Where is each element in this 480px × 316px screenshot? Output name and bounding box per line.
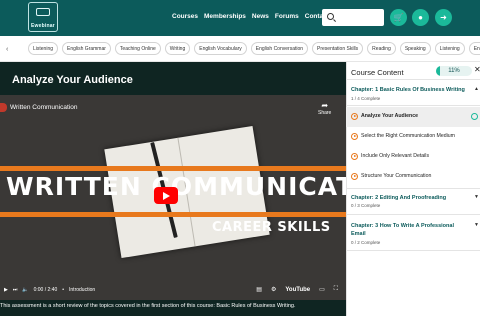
lesson-item-structure[interactable]: Structure Your Communication [346,167,480,187]
chip-reading[interactable]: Reading [367,42,396,55]
lesson-item-relevant-details[interactable]: Include Only Relevant Details [346,147,480,167]
lesson-item-select-medium[interactable]: Select the Right Communication Medium [346,127,480,147]
divider [346,105,480,106]
chapter-1-progress: 1 / 4 Complete [351,96,381,101]
profile-button[interactable]: ● [412,9,429,26]
course-progress: 11% [436,66,472,76]
share-icon: ➦ [321,101,329,110]
logout-icon: ➜ [440,13,447,22]
lesson-description: This assessment is a short review of the… [0,303,296,309]
title-stripe-top [0,166,346,171]
chip-eng[interactable]: Eng [468,42,480,55]
user-icon: ● [418,13,423,22]
nav-forums[interactable]: Forums [275,13,299,20]
chip-presentation-skills[interactable]: Presentation Skills [312,42,364,55]
site-header: Ewebinar Courses Memberships News Forums… [0,0,480,36]
divider [346,250,480,251]
youtube-logo[interactable]: YouTube [285,287,310,293]
video-controls: ▶ ⏭ 🔈 0:00 / 2:40 • Introduction ▤ ⚙ You… [0,284,346,300]
fullscreen-icon[interactable]: ⛶ [334,286,338,293]
volume-icon[interactable]: 🔈 [22,287,28,293]
chapter-2-progress: 0 / 3 Complete [351,203,381,208]
play-icon[interactable]: ▶ [4,287,8,293]
search-input[interactable] [322,9,384,26]
scroll-left-icon[interactable]: ‹ [6,46,8,53]
play-circle-icon [351,113,358,120]
chip-speaking[interactable]: Speaking [399,42,431,55]
video-time: 0:00 / 2:40 [33,287,58,293]
chip-english-conversation[interactable]: English Conversation [250,42,309,55]
title-stripe-bottom [0,212,346,217]
divider [346,214,480,215]
chevron-up-icon[interactable]: ▲ [474,86,479,92]
nav-memberships[interactable]: Memberships [204,13,246,20]
chip-listening-2[interactable]: Listening [434,42,465,55]
play-circle-icon [351,173,358,180]
logo-text: Ewebinar [31,23,55,29]
topic-chips: Listening English Grammar Teaching Onlin… [28,42,480,55]
play-circle-icon [351,153,358,160]
cast-icon[interactable]: ▭ [319,286,325,293]
share-button[interactable]: ➦ Share [318,101,331,116]
controls-left: ▶ ⏭ 🔈 0:00 / 2:40 • Introduction [4,287,95,293]
lesson-label: Include Only Relevant Details [361,153,430,159]
settings-icon[interactable]: ⚙ [271,286,276,293]
cart-button[interactable]: 🛒 [390,9,407,26]
play-button[interactable] [154,187,178,204]
chapter-3-title[interactable]: Chapter: 3 How To Write A Professional E… [351,222,469,238]
nav-courses[interactable]: Courses [172,13,198,20]
divider [346,79,480,80]
logo[interactable]: Ewebinar [28,2,58,32]
lesson-label: Analyze Your Audience [361,113,418,119]
chevron-down-icon[interactable]: ▼ [474,222,479,228]
close-icon[interactable]: ✕ [474,65,480,74]
search-icon [327,13,334,20]
chip-writing[interactable]: Writing [164,42,191,55]
channel-avatar[interactable] [0,103,7,112]
logout-button[interactable]: ➜ [435,9,452,26]
chapter-2-title[interactable]: Chapter: 2 Editing And Proofreading [351,194,469,202]
chip-teaching-online[interactable]: Teaching Online [114,42,161,55]
play-circle-icon [351,133,358,140]
video-chapter[interactable]: Introduction [69,287,95,293]
chip-english-vocabulary[interactable]: English Vocabulary [194,42,247,55]
lesson-label: Select the Right Communication Medium [361,133,455,139]
controls-right: ▤ ⚙ YouTube ▭ ⛶ [256,286,338,293]
main-nav: Courses Memberships News Forums Contact … [172,13,339,20]
lesson-item-analyze-audience[interactable]: Analyze Your Audience [346,107,480,127]
chapter-1-title[interactable]: Chapter: 1 Basic Rules Of Business Writi… [351,86,469,94]
complete-check-icon[interactable] [471,113,478,120]
chevron-down-icon[interactable]: ▼ [474,194,479,200]
lesson-title: Analyze Your Audience [12,74,133,86]
chapter-3-progress: 0 / 2 Complete [351,240,381,245]
chapter-separator: • [62,287,65,293]
nav-news[interactable]: News [252,13,269,20]
lesson-label: Structure Your Communication [361,173,432,179]
video-subtitle: CAREER SKILLS [212,220,331,235]
divider [346,188,480,189]
cart-icon: 🛒 [393,13,404,22]
video-player[interactable]: Written Communication ➦ Share WRITTEN CO… [0,95,346,300]
topic-chip-bar: ‹ Listening English Grammar Teaching Onl… [0,36,480,62]
laptop-icon [36,8,50,16]
video-channel-title[interactable]: Written Communication [10,104,77,111]
share-label: Share [318,110,332,116]
progress-label: 11% [448,67,460,74]
course-content-heading: Course Content [351,68,404,77]
next-icon[interactable]: ⏭ [13,287,18,293]
chip-listening[interactable]: Listening [28,42,59,55]
captions-icon[interactable]: ▤ [256,286,262,293]
chip-english-grammar[interactable]: English Grammar [62,42,111,55]
